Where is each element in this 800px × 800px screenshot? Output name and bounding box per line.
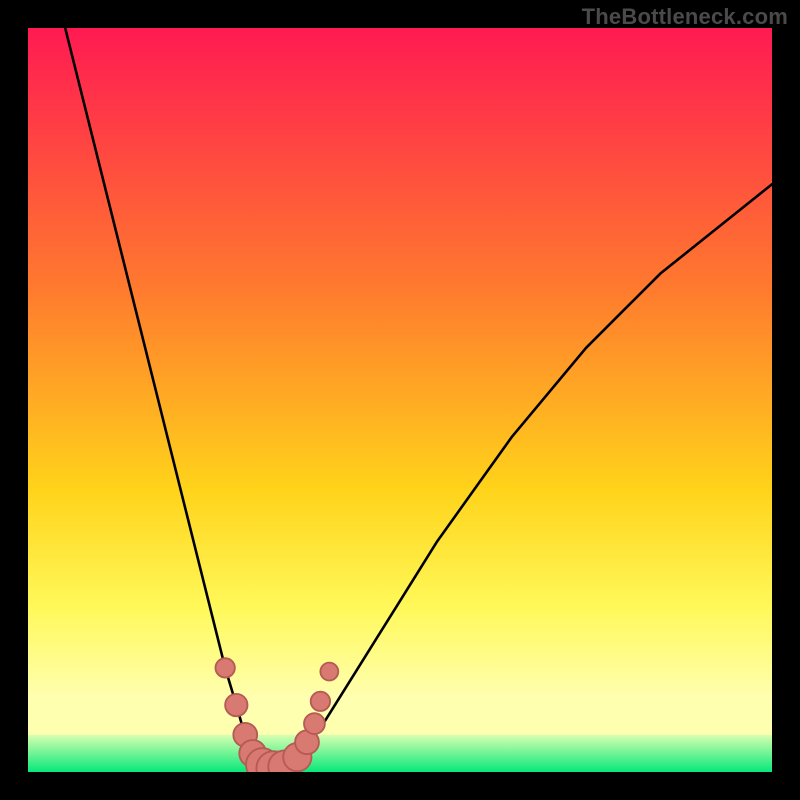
curve-marker [311, 692, 330, 711]
watermark-text: TheBottleneck.com [582, 4, 788, 30]
curve-marker [320, 663, 338, 681]
curve-marker [225, 694, 247, 716]
curve-markers [28, 28, 772, 772]
plot-area [28, 28, 772, 772]
curve-marker [215, 658, 234, 677]
curve-marker [304, 713, 325, 734]
chart-frame: TheBottleneck.com [0, 0, 800, 800]
